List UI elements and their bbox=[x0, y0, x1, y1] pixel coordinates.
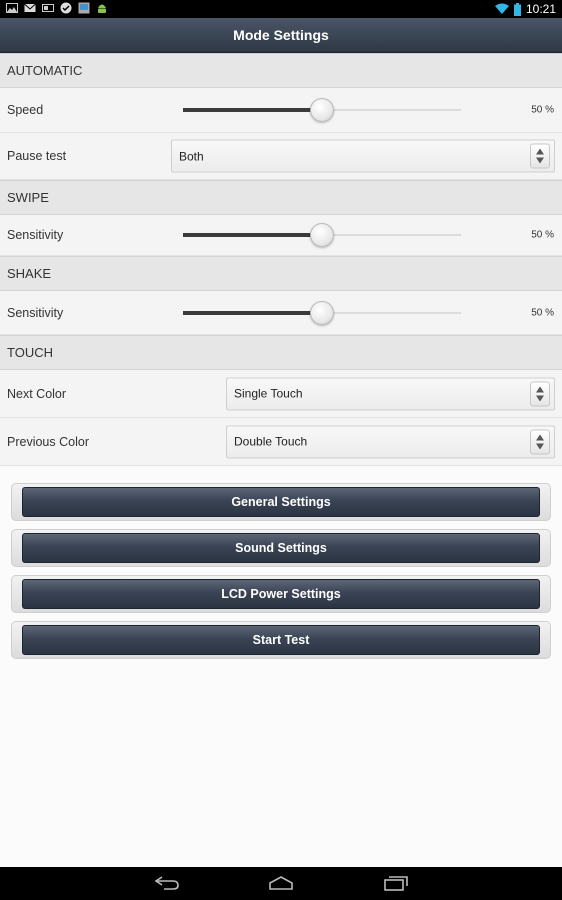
start-test-frame: Start Test bbox=[11, 621, 551, 659]
pause-test-value: Both bbox=[179, 149, 204, 163]
title-bar: Mode Settings bbox=[0, 18, 562, 53]
shake-sensitivity-label: Sensitivity bbox=[7, 305, 64, 320]
next-color-label: Next Color bbox=[7, 386, 67, 401]
settings-content: AUTOMATIC Speed 50 % Pause test Both SWI… bbox=[0, 53, 562, 466]
speed-slider[interactable] bbox=[183, 98, 461, 122]
pause-test-row: Pause test Both bbox=[0, 133, 562, 180]
picture-icon bbox=[6, 3, 18, 13]
slider-thumb[interactable] bbox=[310, 223, 334, 247]
general-settings-frame: General Settings bbox=[11, 483, 551, 521]
swipe-sensitivity-label: Sensitivity bbox=[7, 228, 64, 242]
navigation-bar bbox=[0, 867, 562, 900]
pause-test-spinner[interactable]: Both bbox=[171, 139, 555, 173]
speed-value: 50 % bbox=[531, 104, 554, 116]
shake-sensitivity-slider[interactable] bbox=[183, 300, 461, 325]
slider-fill bbox=[183, 233, 322, 237]
previous-color-label: Previous Color bbox=[7, 434, 89, 449]
slider-fill bbox=[183, 108, 322, 112]
back-icon[interactable] bbox=[154, 875, 180, 891]
sound-settings-button[interactable]: Sound Settings bbox=[22, 533, 540, 563]
android-icon bbox=[98, 4, 106, 13]
screenshot-icon bbox=[78, 2, 90, 14]
status-time: 10:21 bbox=[525, 2, 556, 16]
check-icon bbox=[60, 2, 72, 14]
spinner-arrows-icon[interactable] bbox=[530, 381, 550, 406]
wifi-icon bbox=[494, 3, 509, 14]
shake-sensitivity-row: Sensitivity 50 % bbox=[0, 291, 562, 335]
pause-test-label: Pause test bbox=[7, 149, 67, 163]
sound-settings-frame: Sound Settings bbox=[11, 529, 551, 567]
status-bar: 10:21 bbox=[0, 0, 562, 18]
previous-color-spinner[interactable]: Double Touch bbox=[226, 425, 555, 458]
slider-thumb[interactable] bbox=[310, 300, 334, 325]
recent-apps-icon[interactable] bbox=[383, 875, 409, 891]
section-header-automatic: AUTOMATIC bbox=[0, 53, 562, 88]
previous-color-row: Previous Color Double Touch bbox=[0, 418, 562, 466]
section-header-swipe: SWIPE bbox=[0, 180, 562, 215]
swipe-sensitivity-slider[interactable] bbox=[183, 223, 461, 247]
start-test-button[interactable]: Start Test bbox=[22, 625, 540, 655]
swipe-sensitivity-row: Sensitivity 50 % bbox=[0, 215, 562, 256]
slider-fill bbox=[183, 310, 322, 315]
next-color-spinner[interactable]: Single Touch bbox=[226, 377, 555, 410]
home-icon[interactable] bbox=[268, 875, 294, 891]
page-title: Mode Settings bbox=[233, 27, 329, 43]
next-color-value: Single Touch bbox=[234, 386, 303, 401]
speed-row: Speed 50 % bbox=[0, 88, 562, 133]
gmail-icon bbox=[24, 3, 36, 12]
speed-label: Speed bbox=[7, 103, 44, 117]
battery-icon bbox=[513, 2, 521, 16]
lcd-power-settings-frame: LCD Power Settings bbox=[11, 575, 551, 613]
next-color-row: Next Color Single Touch bbox=[0, 370, 562, 418]
spinner-arrows-icon[interactable] bbox=[530, 429, 550, 454]
lcd-power-settings-button[interactable]: LCD Power Settings bbox=[22, 579, 540, 609]
swipe-sensitivity-value: 50 % bbox=[531, 229, 554, 241]
section-header-touch: TOUCH bbox=[0, 335, 562, 370]
spinner-arrows-icon[interactable] bbox=[530, 143, 550, 169]
general-settings-button[interactable]: General Settings bbox=[22, 487, 540, 517]
section-header-shake: SHAKE bbox=[0, 256, 562, 291]
shake-sensitivity-value: 50 % bbox=[531, 307, 554, 318]
slider-thumb[interactable] bbox=[310, 98, 334, 122]
previous-color-value: Double Touch bbox=[234, 434, 308, 449]
news-icon bbox=[42, 4, 54, 12]
